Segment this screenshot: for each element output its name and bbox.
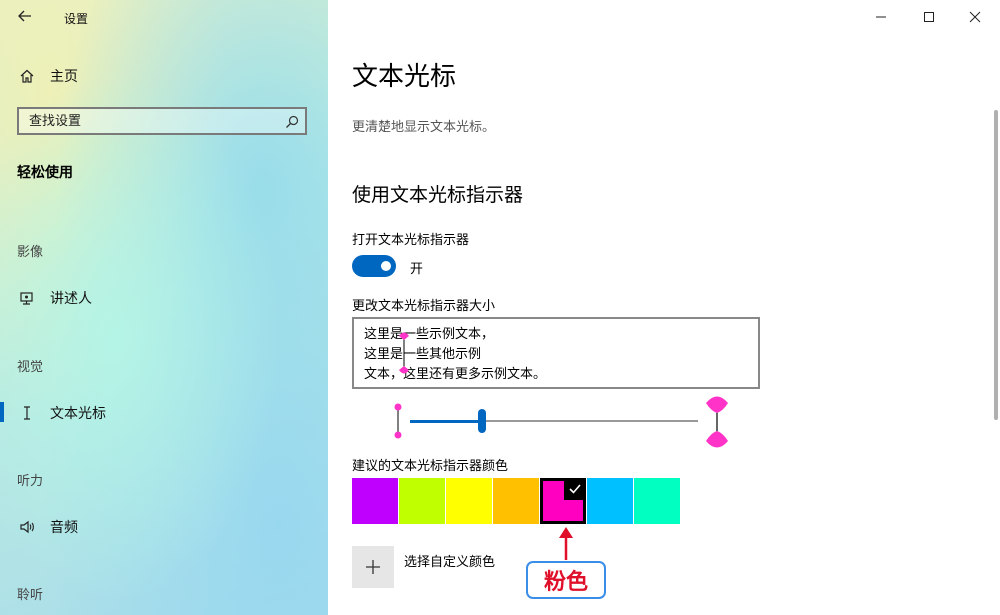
slider-track-filled xyxy=(410,420,482,423)
color-swatch[interactable] xyxy=(634,478,680,524)
maximize-button[interactable] xyxy=(906,4,952,30)
speaker-icon xyxy=(18,518,36,536)
size-slider-thumb[interactable] xyxy=(478,409,486,433)
large-size-icon xyxy=(706,396,728,448)
preview-line: 文本，这里还有更多示例文本。 xyxy=(364,367,547,382)
group-heading-listening: 聆听 xyxy=(17,588,44,603)
color-swatch[interactable] xyxy=(540,478,586,524)
search-input[interactable] xyxy=(19,109,279,133)
color-swatch[interactable] xyxy=(493,478,539,524)
narrator-icon xyxy=(18,289,36,307)
back-arrow-icon[interactable] xyxy=(17,8,37,28)
main-content: 文本光标 更清楚地显示文本光标。 使用文本光标指示器 打开文本光标指示器 开 更… xyxy=(328,0,1000,615)
toggle-knob xyxy=(381,261,391,271)
search-icon[interactable] xyxy=(285,114,299,133)
color-swatch[interactable] xyxy=(399,478,445,524)
custom-color-label[interactable]: 选择自定义颜色 xyxy=(404,551,495,570)
section-heading: 使用文本光标指示器 xyxy=(352,184,524,206)
minimize-icon xyxy=(876,16,886,18)
section-title: 轻松使用 xyxy=(17,165,73,181)
annotation-callout: 粉色 xyxy=(526,561,606,599)
custom-color-button[interactable] xyxy=(352,546,394,588)
sidebar-item-narrator[interactable]: 讲述人 xyxy=(18,288,92,308)
minimize-button[interactable] xyxy=(858,4,904,30)
sidebar-item-home[interactable]: 主页 xyxy=(18,66,78,86)
app-title: 设置 xyxy=(64,12,89,26)
sidebar-item-label: 音频 xyxy=(50,520,78,536)
sidebar-item-label: 主页 xyxy=(50,69,78,85)
color-swatch[interactable] xyxy=(587,478,633,524)
active-indicator xyxy=(0,402,4,422)
home-icon xyxy=(18,67,36,85)
sidebar-item-label: 讲述人 xyxy=(50,291,92,307)
toggle-state-text: 开 xyxy=(410,262,424,277)
color-swatch[interactable] xyxy=(446,478,492,524)
page-description: 更清楚地显示文本光标。 xyxy=(352,120,496,135)
plus-icon xyxy=(366,560,380,574)
toggle-label: 打开文本光标指示器 xyxy=(352,233,470,248)
sidebar-item-label: 文本光标 xyxy=(50,406,106,422)
preview-cursor-indicator-icon xyxy=(399,332,409,374)
group-heading-hearing: 听力 xyxy=(17,474,44,489)
checkmark-icon xyxy=(564,478,586,500)
colors-label: 建议的文本光标指示器颜色 xyxy=(352,459,509,474)
group-heading-vision: 视觉 xyxy=(17,360,44,375)
close-icon xyxy=(969,11,981,23)
group-heading-vision-media: 影像 xyxy=(17,245,44,260)
small-size-icon xyxy=(394,403,402,439)
color-swatch-row xyxy=(352,478,680,524)
annotation-arrow-icon xyxy=(559,527,573,560)
maximize-icon xyxy=(924,12,934,22)
slider-track[interactable] xyxy=(482,420,698,422)
size-label: 更改文本光标指示器大小 xyxy=(352,299,496,314)
sidebar-item-audio[interactable]: 音频 xyxy=(18,517,78,537)
sidebar: 设置 主页 轻松使用 影像 讲述人 视觉 文本光标 听力 音频 聆听 xyxy=(0,0,328,615)
search-box[interactable] xyxy=(17,107,307,135)
scrollbar[interactable] xyxy=(994,110,998,420)
color-swatch[interactable] xyxy=(352,478,398,524)
close-button[interactable] xyxy=(952,4,998,30)
preview-line: 这里是一些其他示例 xyxy=(364,347,482,362)
page-title: 文本光标 xyxy=(352,62,457,92)
text-cursor-icon xyxy=(18,404,36,422)
preview-line: 这里是一些示例文本， xyxy=(364,327,495,342)
cursor-indicator-toggle[interactable] xyxy=(352,255,396,277)
sidebar-item-text-cursor[interactable]: 文本光标 xyxy=(18,403,106,423)
